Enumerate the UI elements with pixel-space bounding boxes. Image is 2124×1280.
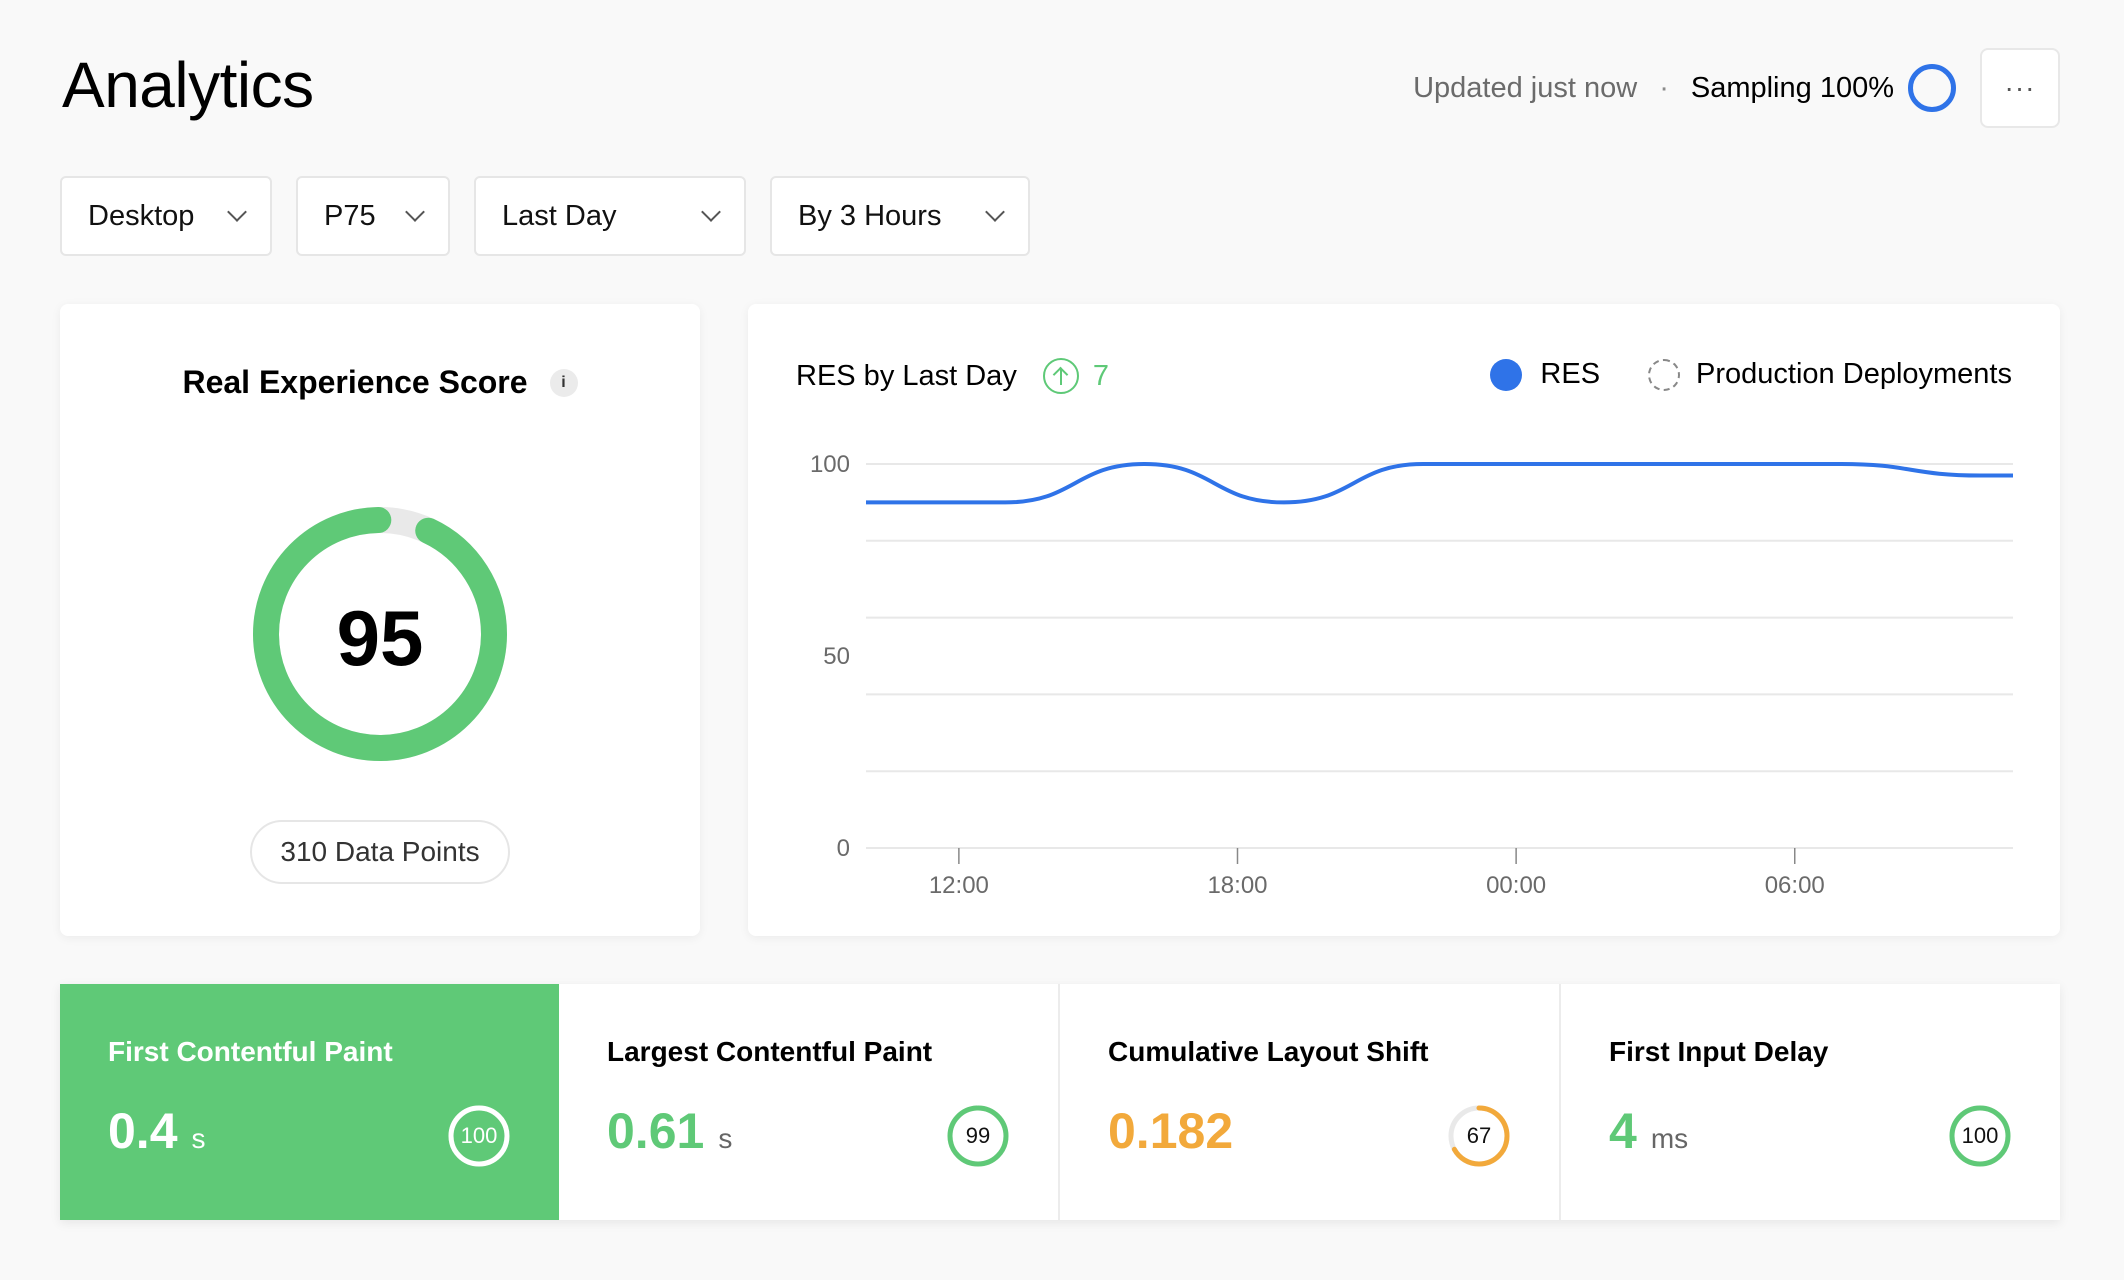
metric-number: 0.182 [1108, 1103, 1234, 1159]
separator-dot: · [1659, 71, 1669, 104]
x-tick-label: 00:00 [1486, 872, 1546, 899]
y-tick-label: 50 [823, 643, 850, 670]
filter-bar: Desktop P75 Last Day By 3 Hours [60, 176, 1030, 256]
granularity-dropdown[interactable]: By 3 Hours [770, 176, 1030, 256]
legend-deployments-label[interactable]: Production Deployments [1696, 358, 2012, 391]
metric-card-cls[interactable]: Cumulative Layout Shift 0.182 67 [1060, 984, 1561, 1220]
metric-card-lcp[interactable]: Largest Contentful Paint 0.61 s 99 [559, 984, 1060, 1220]
metric-number: 0.4 [108, 1103, 178, 1159]
metric-title: First Contentful Paint [108, 1036, 393, 1067]
metric-unit: s [191, 1123, 206, 1154]
series-line-res [866, 462, 2013, 505]
metric-score: 100 [1961, 1123, 1999, 1148]
score-gauge: 95 [253, 507, 507, 761]
res-chart: 0 50 100 12:00 18:00 00:00 06:00 [810, 451, 2013, 899]
chart-title: RES by Last Day [796, 359, 1017, 392]
time-range-dropdown-label: Last Day [502, 199, 617, 232]
header-status: Updated just now · Sampling 100% ··· [1413, 48, 2060, 128]
chevron-down-icon [701, 202, 721, 222]
time-range-dropdown[interactable]: Last Day [474, 176, 746, 256]
sampling-ring-icon[interactable] [1908, 64, 1956, 112]
metric-number: 0.61 [607, 1103, 705, 1159]
x-tick-label: 06:00 [1765, 872, 1825, 899]
metric-title: First Input Delay [1609, 1036, 1829, 1067]
granularity-dropdown-label: By 3 Hours [798, 199, 942, 232]
metric-title: Largest Contentful Paint [607, 1036, 933, 1067]
trend-value: 7 [1092, 359, 1109, 392]
metric-score-ring-icon: 100 [1948, 1104, 2012, 1168]
updated-status: Updated just now [1413, 71, 1638, 104]
metric-value: 0.4 s [108, 1102, 206, 1160]
metric-value: 0.182 [1108, 1102, 1247, 1160]
chevron-down-icon [227, 202, 247, 222]
web-vitals-row: First Contentful Paint 0.4 s 100 Largest… [60, 984, 2060, 1220]
score-card: Real Experience Score i 95 310 Data Point… [60, 304, 700, 936]
x-tick-label: 18:00 [1207, 872, 1267, 899]
metric-value: 4 ms [1609, 1102, 1688, 1160]
y-tick-label: 0 [837, 835, 850, 862]
legend-deployments-marker-icon[interactable] [1648, 358, 1681, 391]
metric-score: 100 [460, 1123, 498, 1148]
res-chart-card: 0 50 100 12:00 18:00 00:00 06:00 RES by Last D… [748, 304, 2060, 936]
chevron-down-icon [985, 202, 1005, 222]
score-card-title: Real Experience Score [182, 364, 528, 401]
metric-card-fid[interactable]: First Input Delay 4 ms 100 [1561, 984, 2060, 1220]
metric-unit: ms [1650, 1123, 1689, 1154]
arrow-up-circle-icon [1042, 358, 1079, 394]
data-points-badge[interactable]: 310 Data Points [250, 820, 510, 884]
percentile-dropdown[interactable]: P75 [296, 176, 450, 256]
sampling-label: Sampling 100% [1690, 71, 1894, 104]
chevron-down-icon [405, 202, 425, 222]
page-title: Analytics [62, 49, 314, 121]
more-dots-icon: ··· [2004, 72, 2036, 103]
metric-unit: s [718, 1123, 733, 1154]
legend-res-label[interactable]: RES [1540, 358, 1600, 391]
score-card-header: Real Experience Score i [60, 362, 700, 401]
y-tick-label: 100 [810, 451, 850, 478]
metric-score-ring-icon: 99 [946, 1104, 1010, 1168]
x-tick-label: 12:00 [929, 872, 989, 899]
metric-score-ring-icon: 100 [447, 1104, 511, 1168]
metric-number: 4 [1609, 1103, 1637, 1159]
metric-score: 99 [965, 1123, 991, 1148]
more-options-button[interactable]: ··· [1980, 48, 2060, 128]
chart-legend: RES Production Deployments [1490, 358, 2012, 391]
score-value: 95 [336, 594, 424, 682]
chart-header: RES by Last Day 7 [796, 358, 1109, 394]
device-dropdown-label: Desktop [88, 199, 195, 232]
metric-score: 67 [1466, 1123, 1492, 1148]
trend-indicator: 7 [1042, 358, 1109, 394]
legend-res-marker-icon[interactable] [1490, 358, 1523, 391]
metric-card-fcp[interactable]: First Contentful Paint 0.4 s 100 [60, 984, 559, 1220]
device-dropdown[interactable]: Desktop [60, 176, 272, 256]
metric-title: Cumulative Layout Shift [1108, 1036, 1429, 1067]
metric-score-ring-icon: 67 [1447, 1104, 1511, 1168]
percentile-dropdown-label: P75 [324, 199, 376, 232]
info-icon[interactable]: i [549, 368, 578, 397]
metric-value: 0.61 s [607, 1102, 732, 1160]
